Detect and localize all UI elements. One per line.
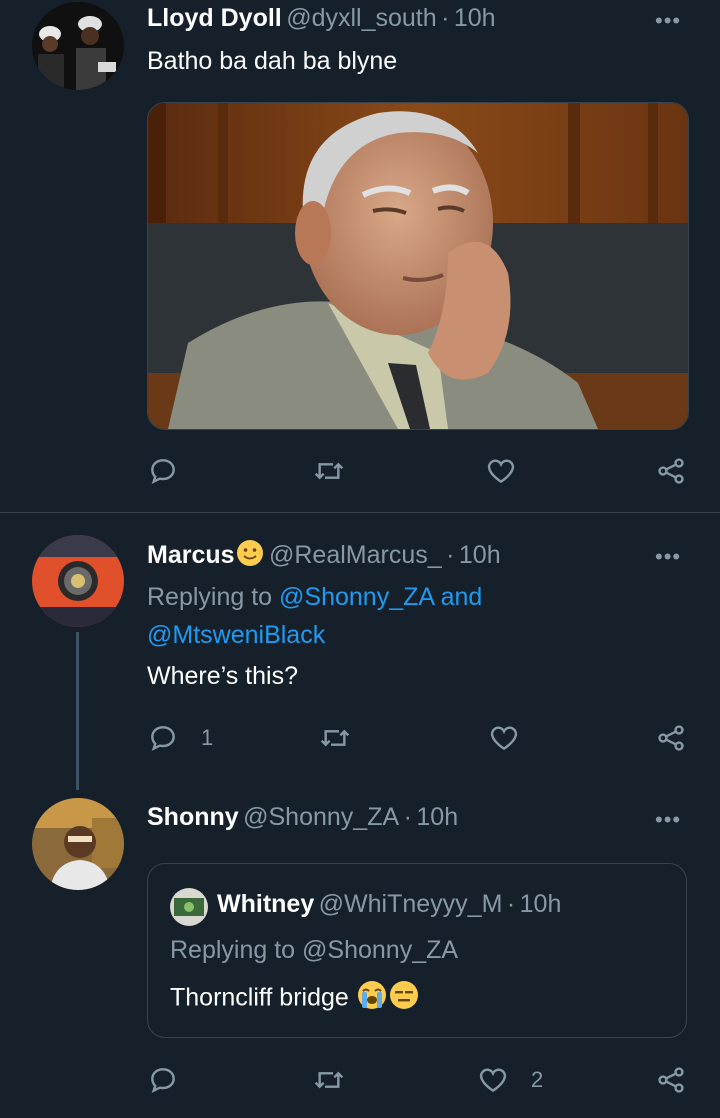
- retweet-button[interactable]: [312, 455, 346, 487]
- share-button[interactable]: [655, 722, 687, 754]
- share-button[interactable]: [655, 1064, 687, 1096]
- separator-dot: ·: [506, 890, 516, 918]
- retweet-icon: [314, 1071, 344, 1089]
- mention: @Shonny_ZA: [302, 936, 459, 964]
- reply-icon: [151, 1068, 175, 1094]
- share-icon: [658, 1067, 684, 1093]
- tweet-time[interactable]: 10h: [454, 4, 496, 32]
- retweet-button[interactable]: [312, 1064, 346, 1096]
- author-name[interactable]: Lloyd Dyoll: [147, 4, 282, 32]
- replying-prefix: Replying to: [170, 936, 296, 964]
- replying-and: and: [440, 583, 483, 611]
- tweet-time[interactable]: 10h: [416, 803, 458, 831]
- replying-to: Replying to @Shonny_ZA and @MtsweniBlack: [147, 578, 567, 654]
- author-handle[interactable]: @dyxll_south: [286, 4, 436, 32]
- avatar-lloyd[interactable]: [32, 2, 124, 90]
- more-icon[interactable]: •••: [655, 807, 681, 833]
- thread-line: [76, 632, 79, 790]
- like-icon: [479, 1068, 507, 1093]
- expressionless-face-icon: [388, 979, 420, 1019]
- reply-count: 1: [201, 725, 214, 750]
- loudly-crying-face-icon: [356, 979, 388, 1019]
- share-icon: [658, 458, 684, 484]
- slightly-smiling-face-icon: [235, 538, 265, 580]
- avatar-shonny[interactable]: [32, 798, 124, 890]
- quote-text: Thorncliff bridge: [170, 979, 420, 1019]
- quote-time: 10h: [519, 890, 562, 918]
- quote-author-name: Whitney: [217, 890, 315, 918]
- like-count: 2: [531, 1067, 544, 1092]
- reply-button[interactable]: [147, 1064, 179, 1096]
- like-icon: [490, 726, 518, 751]
- author-name[interactable]: Marcus: [147, 541, 235, 569]
- retweet-button[interactable]: [318, 722, 352, 754]
- more-icon[interactable]: •••: [655, 8, 681, 34]
- replying-prefix: Replying to: [147, 583, 273, 611]
- author-handle[interactable]: @Shonny_ZA: [243, 803, 399, 831]
- tweet-time[interactable]: 10h: [459, 541, 501, 569]
- avatar-whitney: [170, 888, 208, 926]
- separator-dot: ·: [403, 803, 412, 831]
- separator-dot: ·: [446, 541, 455, 570]
- tweet-text: Where’s this?: [147, 662, 298, 690]
- reply-button[interactable]: 1: [147, 722, 213, 754]
- quote-text-content: Thorncliff bridge: [170, 983, 349, 1012]
- like-button[interactable]: [488, 722, 520, 754]
- retweet-icon: [314, 462, 344, 480]
- quote-author-handle: @WhiTneyyy_M: [318, 890, 503, 918]
- share-icon: [658, 725, 684, 751]
- share-button[interactable]: [655, 455, 687, 487]
- quote-replying-to: Replying to @Shonny_ZA: [170, 931, 458, 969]
- separator-dot: ·: [441, 4, 450, 32]
- reply-icon: [151, 726, 175, 752]
- author-name[interactable]: Shonny: [147, 803, 239, 831]
- tweet-media-photo[interactable]: [147, 102, 689, 430]
- tweet-divider: [0, 512, 720, 513]
- reply-button[interactable]: [147, 455, 179, 487]
- like-icon: [487, 459, 515, 484]
- like-button[interactable]: [485, 455, 517, 487]
- more-icon[interactable]: •••: [655, 544, 681, 570]
- retweet-icon: [320, 729, 350, 747]
- like-button[interactable]: 2: [477, 1064, 543, 1096]
- avatar-marcus[interactable]: [32, 535, 124, 627]
- tweet-text: Batho ba dah ba blyne: [147, 47, 398, 75]
- mention-link[interactable]: @Shonny_ZA: [279, 583, 434, 611]
- mention-link[interactable]: @MtsweniBlack: [147, 621, 325, 649]
- quote-tweet-card[interactable]: Whitney @WhiTneyyy_M · 10h Replying to @…: [147, 863, 687, 1038]
- reply-icon: [151, 459, 175, 485]
- author-handle[interactable]: @RealMarcus_: [269, 541, 442, 569]
